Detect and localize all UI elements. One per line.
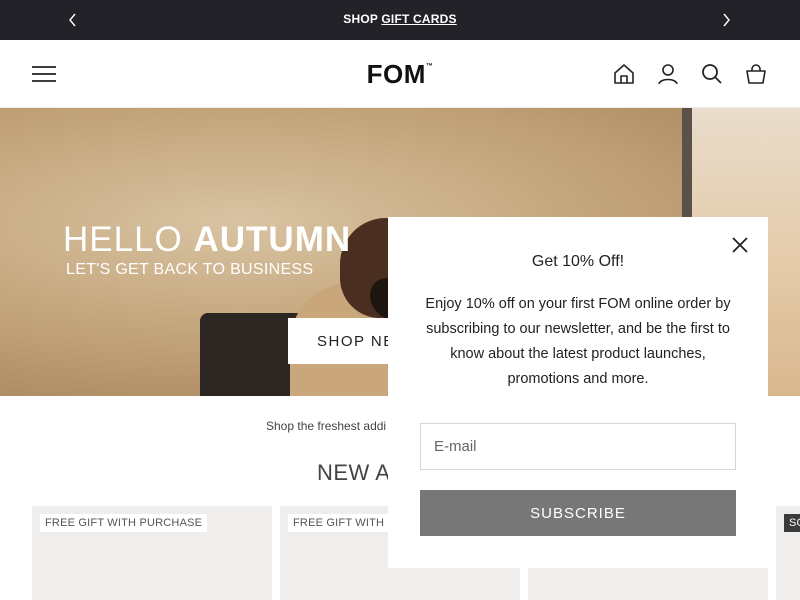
product-card[interactable]: SO [776,506,800,600]
site-header: FOM™ [0,40,800,108]
logo-text: FOM [366,59,426,89]
hero-title: HELLO AUTUMN [63,220,351,260]
cart-icon[interactable] [744,62,768,86]
logo-trademark: ™ [425,63,434,70]
home-icon[interactable] [612,62,636,86]
announcement-prefix: SHOP [343,12,378,26]
chevron-right-icon[interactable] [717,11,735,29]
product-badge: FREE GIFT WITH F [288,514,400,532]
hero-title-bold: AUTUMN [193,220,352,259]
subscribe-button[interactable]: SUBSCRIBE [420,490,736,536]
collection-tagline: Shop the freshest addi [266,419,387,433]
hero-subtitle: LET'S GET BACK TO BUSINESS [66,261,314,278]
account-icon[interactable] [656,62,680,86]
hero-title-light: HELLO [63,220,194,259]
section-title: NEW A [317,460,391,485]
site-logo[interactable]: FOM™ [0,59,800,90]
newsletter-popup: Get 10% Off! Enjoy 10% off on your first… [388,217,768,568]
email-field[interactable] [420,423,736,470]
product-badge: SO [784,514,800,532]
product-badge: FREE GIFT WITH PURCHASE [40,514,208,532]
product-card[interactable]: FREE GIFT WITH PURCHASE [32,506,272,600]
gift-cards-link[interactable]: GIFT CARDS [381,12,456,26]
announcement-bar: SHOP GIFT CARDS [0,0,800,40]
popup-description: Enjoy 10% off on your first FOM online o… [425,296,731,387]
announcement-message: SHOP GIFT CARDS [0,12,800,26]
search-icon[interactable] [700,62,724,86]
popup-title: Get 10% Off! [531,253,625,270]
